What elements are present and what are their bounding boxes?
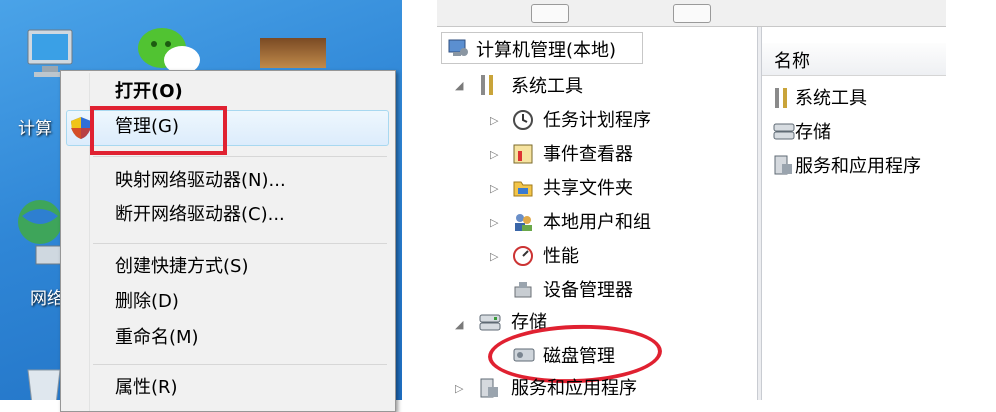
computer-icon-label: 计算 [18, 119, 52, 139]
annotation-rectangle [90, 106, 227, 155]
list-item-storage[interactable]: 存储 [795, 118, 831, 144]
expand-arrow-icon[interactable]: ▷ [490, 216, 498, 229]
menu-item-properties[interactable]: 属性(R) [115, 373, 178, 403]
clock-icon [512, 109, 533, 130]
menu-separator [93, 243, 387, 244]
tree-item-event-viewer[interactable]: 事件查看器 [543, 140, 633, 166]
computer-management-icon [447, 38, 468, 58]
collapse-arrow-icon[interactable]: ◢ [455, 79, 463, 92]
tree-item-task-scheduler[interactable]: 任务计划程序 [543, 106, 651, 132]
storage-icon [772, 120, 795, 140]
tree-item-local-users-groups[interactable]: 本地用户和组 [543, 208, 651, 234]
services-icon [772, 154, 792, 175]
details-list-pane [762, 27, 946, 400]
expand-arrow-icon[interactable]: ▷ [490, 250, 498, 263]
device-manager-icon [512, 279, 532, 299]
tree-item-device-manager[interactable]: 设备管理器 [543, 276, 633, 302]
system-tools-icon [772, 86, 792, 108]
photo-thumbnail-icon[interactable] [260, 38, 326, 68]
storage-icon [478, 311, 501, 331]
event-viewer-icon [512, 143, 533, 164]
expand-arrow-icon[interactable]: ▷ [455, 382, 463, 395]
shared-folder-icon [512, 177, 533, 197]
tree-item-computer-management[interactable]: 计算机管理(本地) [476, 36, 616, 62]
tree-item-system-tools[interactable]: 系统工具 [511, 72, 583, 98]
performance-icon [512, 245, 533, 266]
users-icon [512, 211, 532, 231]
menu-item-open[interactable]: 打开(O) [115, 77, 183, 107]
expand-arrow-icon[interactable]: ▷ [490, 114, 498, 127]
list-item-services-applications[interactable]: 服务和应用程序 [795, 152, 921, 178]
expand-arrow-icon[interactable]: ▷ [490, 148, 498, 161]
system-tools-icon [478, 73, 498, 95]
menu-separator [93, 156, 387, 157]
toolbar [437, 0, 946, 27]
tree-item-shared-folders[interactable]: 共享文件夹 [543, 174, 633, 200]
collapse-arrow-icon[interactable]: ◢ [455, 318, 463, 331]
column-header-name[interactable]: 名称 [774, 47, 810, 73]
toolbar-button[interactable] [673, 4, 711, 23]
network-icon-label: 网络 [30, 289, 64, 309]
toolbar-button[interactable] [531, 4, 569, 23]
menu-item-rename[interactable]: 重命名(M) [115, 323, 199, 353]
menu-item-map-network-drive[interactable]: 映射网络驱动器(N)... [115, 166, 286, 196]
menu-item-create-shortcut[interactable]: 创建快捷方式(S) [115, 252, 248, 282]
list-column-header[interactable]: 名称 [762, 43, 946, 76]
menu-item-delete[interactable]: 删除(D) [115, 287, 179, 317]
tree-item-performance[interactable]: 性能 [543, 242, 579, 268]
menu-separator [93, 364, 387, 365]
menu-item-disconnect-network-drive[interactable]: 断开网络驱动器(C)... [115, 200, 285, 230]
services-icon [478, 377, 498, 398]
expand-arrow-icon[interactable]: ▷ [490, 182, 498, 195]
uac-shield-icon [70, 116, 92, 144]
list-item-system-tools[interactable]: 系统工具 [795, 84, 867, 110]
tree-item-services-applications[interactable]: 服务和应用程序 [511, 374, 637, 400]
